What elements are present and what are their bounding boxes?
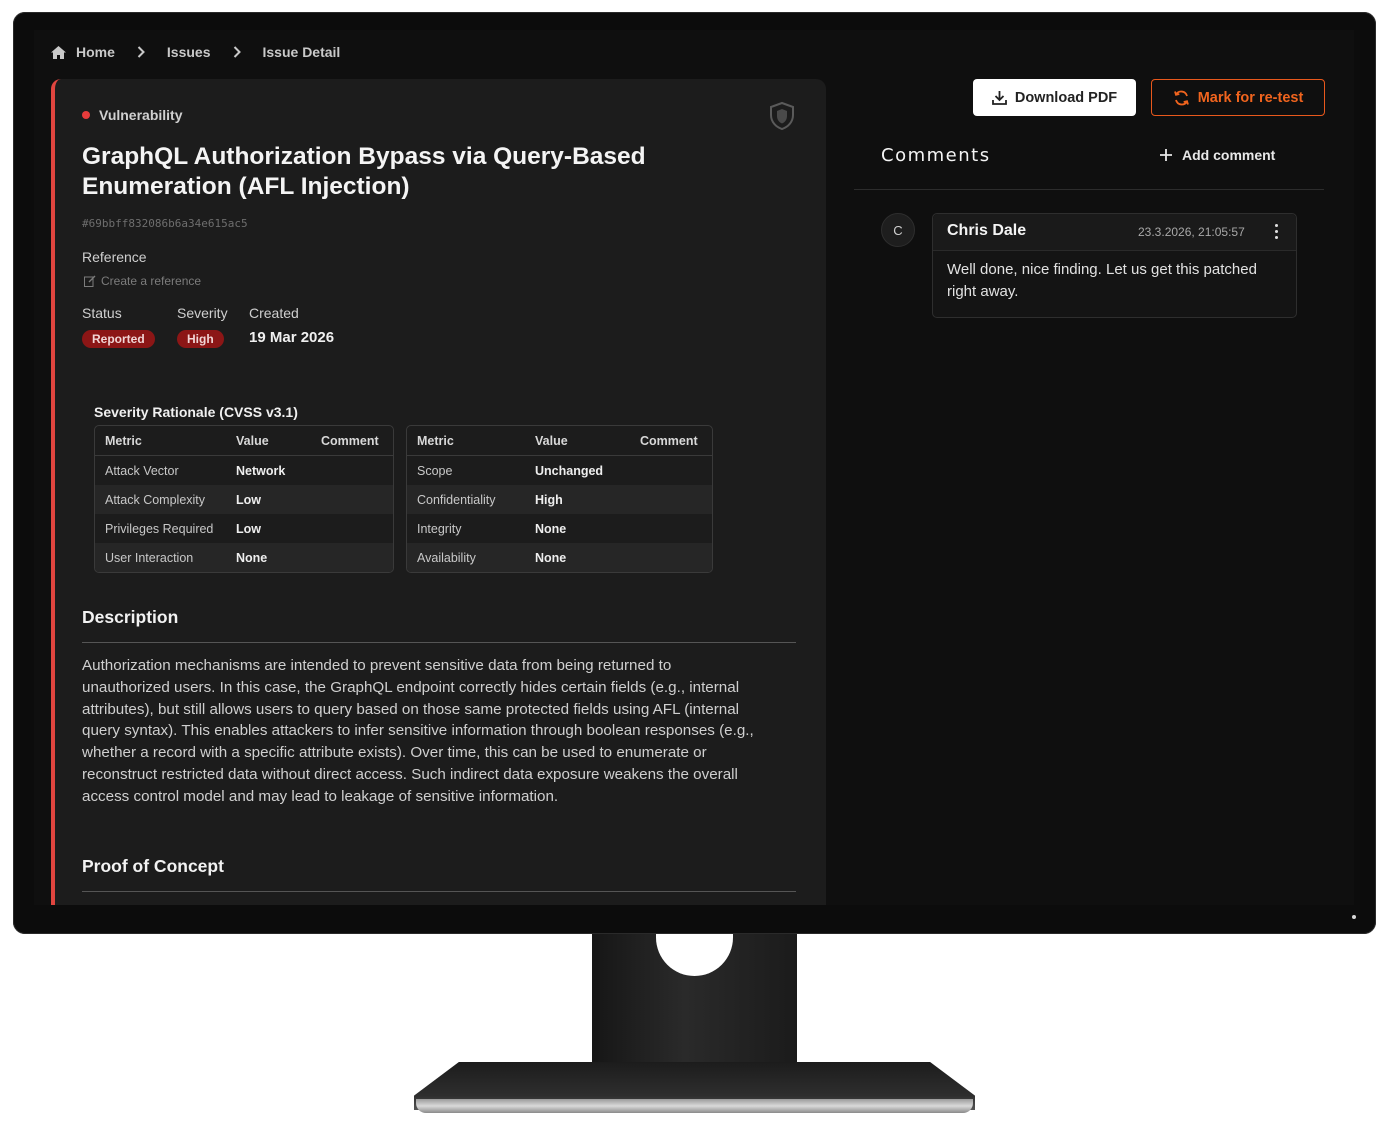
table-header-row: Metric Value Comment bbox=[407, 426, 712, 456]
column-header-metric: Metric bbox=[105, 433, 142, 448]
metric-cell: Confidentiality bbox=[417, 492, 496, 507]
download-pdf-label: Download PDF bbox=[1014, 89, 1118, 106]
column-header-value: Value bbox=[535, 433, 568, 448]
table-row: Integrity None bbox=[407, 514, 712, 543]
value-cell: None bbox=[236, 550, 268, 565]
comments-divider bbox=[854, 189, 1324, 190]
edit-icon bbox=[84, 275, 96, 287]
add-comment-label: Add comment bbox=[1182, 147, 1276, 163]
value-cell: Network bbox=[236, 463, 286, 478]
table-row: Attack Vector Network bbox=[95, 456, 393, 485]
avatar: C bbox=[881, 213, 915, 247]
metric-cell: Attack Vector bbox=[105, 463, 179, 478]
description-divider bbox=[82, 642, 796, 643]
download-pdf-button[interactable]: Download PDF bbox=[973, 79, 1136, 116]
value-cell: None bbox=[535, 521, 567, 536]
table-row: Privileges Required Low bbox=[95, 514, 393, 543]
type-indicator-dot bbox=[82, 111, 90, 119]
comment-timestamp: 23.3.2026, 21:05:57 bbox=[1138, 225, 1245, 239]
created-label: Created bbox=[249, 305, 299, 321]
metric-cell: Availability bbox=[417, 550, 476, 565]
home-icon[interactable] bbox=[51, 45, 66, 59]
column-header-metric: Metric bbox=[417, 433, 454, 448]
value-cell: Unchanged bbox=[535, 463, 604, 478]
breadcrumb-home[interactable]: Home bbox=[76, 44, 115, 60]
column-header-value: Value bbox=[236, 433, 269, 448]
app-screen: Home Issues Issue Detail Vulnerability G… bbox=[34, 30, 1354, 905]
comment-author: Chris Dale bbox=[947, 222, 1027, 239]
table-header-row: Metric Value Comment bbox=[95, 426, 393, 456]
comment-card: Chris Dale 23.3.2026, 21:05:57 Well done… bbox=[932, 213, 1297, 318]
breadcrumb-issues[interactable]: Issues bbox=[167, 44, 211, 60]
comment-header: Chris Dale 23.3.2026, 21:05:57 bbox=[933, 214, 1296, 251]
issue-card: Vulnerability GraphQL Authorization Bypa… bbox=[51, 79, 826, 905]
status-badge: Reported bbox=[82, 330, 155, 348]
table-row: Scope Unchanged bbox=[407, 456, 712, 485]
metric-cell: User Interaction bbox=[105, 550, 194, 565]
chevron-right-icon bbox=[233, 46, 241, 58]
create-reference-label: Create a reference bbox=[101, 274, 202, 288]
add-comment-button[interactable]: Add comment bbox=[1160, 147, 1275, 163]
metric-cell: Scope bbox=[417, 463, 453, 478]
value-cell: None bbox=[535, 550, 567, 565]
create-reference-link[interactable]: Create a reference bbox=[84, 274, 201, 288]
download-icon bbox=[991, 90, 1007, 105]
issue-id: #69bbff832086b6a34e615ac5 bbox=[82, 217, 248, 230]
cvss-table-right: Metric Value Comment Scope Unchanged Con… bbox=[406, 425, 713, 573]
column-header-comment: Comment bbox=[640, 433, 698, 448]
table-row: Attack Complexity Low bbox=[95, 485, 393, 514]
cvss-table-left: Metric Value Comment Attack Vector Netwo… bbox=[94, 425, 394, 573]
table-row: Confidentiality High bbox=[407, 485, 712, 514]
value-cell: Low bbox=[236, 521, 261, 536]
power-indicator bbox=[1352, 915, 1356, 919]
description-heading: Description bbox=[82, 607, 179, 627]
breadcrumb-issue-detail: Issue Detail bbox=[262, 44, 341, 60]
value-cell: Low bbox=[236, 492, 261, 507]
severity-badge: High bbox=[177, 330, 224, 348]
comment-body: Well done, nice finding. Let us get this… bbox=[947, 261, 1257, 300]
issue-type: Vulnerability bbox=[82, 107, 183, 123]
metric-cell: Attack Complexity bbox=[105, 492, 206, 507]
poc-heading: Proof of Concept bbox=[82, 856, 224, 876]
created-date: 19 Mar 2026 bbox=[249, 329, 335, 346]
column-header-comment: Comment bbox=[321, 433, 379, 448]
table-row: User Interaction None bbox=[95, 543, 393, 572]
kebab-icon[interactable] bbox=[1275, 224, 1278, 239]
status-label: Status bbox=[82, 305, 122, 321]
poc-divider bbox=[82, 891, 796, 892]
metric-cell: Integrity bbox=[417, 521, 462, 536]
description-text: Authorization mechanisms are intended to… bbox=[82, 657, 754, 805]
plus-icon bbox=[1160, 149, 1172, 161]
metric-cell: Privileges Required bbox=[105, 521, 214, 536]
table-row: Availability None bbox=[407, 543, 712, 572]
comments-title: Comments bbox=[881, 145, 991, 166]
issue-type-label: Vulnerability bbox=[99, 107, 183, 123]
mark-retest-label: Mark for re-test bbox=[1197, 89, 1304, 106]
reference-label: Reference bbox=[82, 249, 147, 265]
issue-title: GraphQL Authorization Bypass via Query-B… bbox=[82, 143, 646, 200]
shield-icon bbox=[768, 101, 796, 135]
chevron-right-icon bbox=[137, 46, 145, 58]
monitor-stand-base-edge bbox=[416, 1099, 973, 1113]
cvss-title: Severity Rationale (CVSS v3.1) bbox=[94, 404, 298, 420]
refresh-icon bbox=[1173, 90, 1190, 106]
value-cell: High bbox=[535, 492, 563, 507]
mark-retest-button[interactable]: Mark for re-test bbox=[1151, 79, 1325, 116]
severity-label: Severity bbox=[177, 305, 228, 321]
breadcrumb: Home Issues Issue Detail bbox=[51, 42, 340, 62]
